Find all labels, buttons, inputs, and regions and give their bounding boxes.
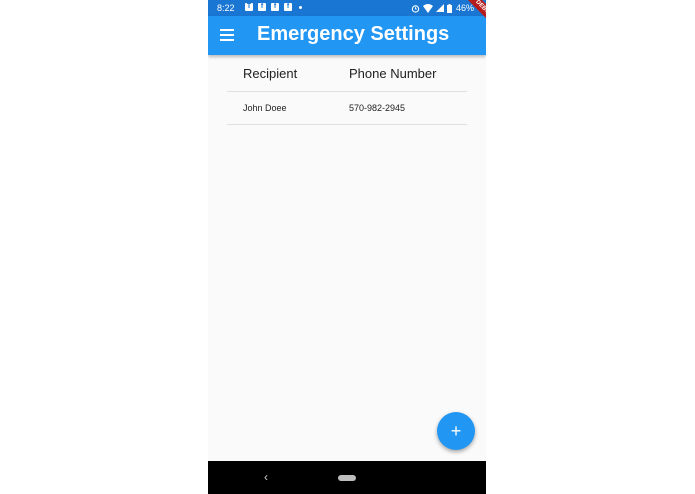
notification-icons: T f f f [245, 3, 302, 11]
table-row[interactable]: John Doee 570-982-2945 [227, 92, 467, 125]
add-recipient-button[interactable]: + [437, 412, 475, 450]
facebook-icon: f [284, 3, 292, 11]
menu-icon[interactable] [220, 29, 234, 41]
battery-level: 46% [456, 3, 475, 13]
status-time: 8:22 [217, 3, 235, 13]
status-right: 46% [411, 3, 474, 13]
recipient-phone: 570-982-2945 [349, 103, 406, 113]
recipient-name: John Doee [243, 103, 287, 113]
battery-icon [447, 3, 452, 13]
recipients-table: Recipient Phone Number John Doee 570-982… [227, 55, 467, 125]
home-pill-icon[interactable] [338, 475, 356, 481]
phone-screen: 8:22 T f f f 46% Emergency Settings DEBU… [208, 0, 486, 494]
alarm-icon [411, 4, 420, 13]
app-bar: Emergency Settings [208, 16, 486, 55]
column-header-phone: Phone Number [349, 66, 437, 81]
status-bar: 8:22 T f f f 46% [208, 0, 486, 16]
notification-icon: T [245, 3, 253, 11]
system-nav-bar: ‹ [208, 461, 486, 494]
facebook-icon: f [271, 3, 279, 11]
back-icon[interactable]: ‹ [264, 470, 268, 484]
wifi-icon [423, 3, 433, 13]
facebook-icon: f [258, 3, 266, 11]
more-notifications-dot-icon [299, 5, 302, 9]
table-header: Recipient Phone Number [227, 55, 467, 92]
signal-icon [436, 4, 444, 12]
add-icon: + [450, 421, 462, 441]
column-header-recipient: Recipient [243, 66, 298, 81]
page-title: Emergency Settings [257, 23, 450, 45]
